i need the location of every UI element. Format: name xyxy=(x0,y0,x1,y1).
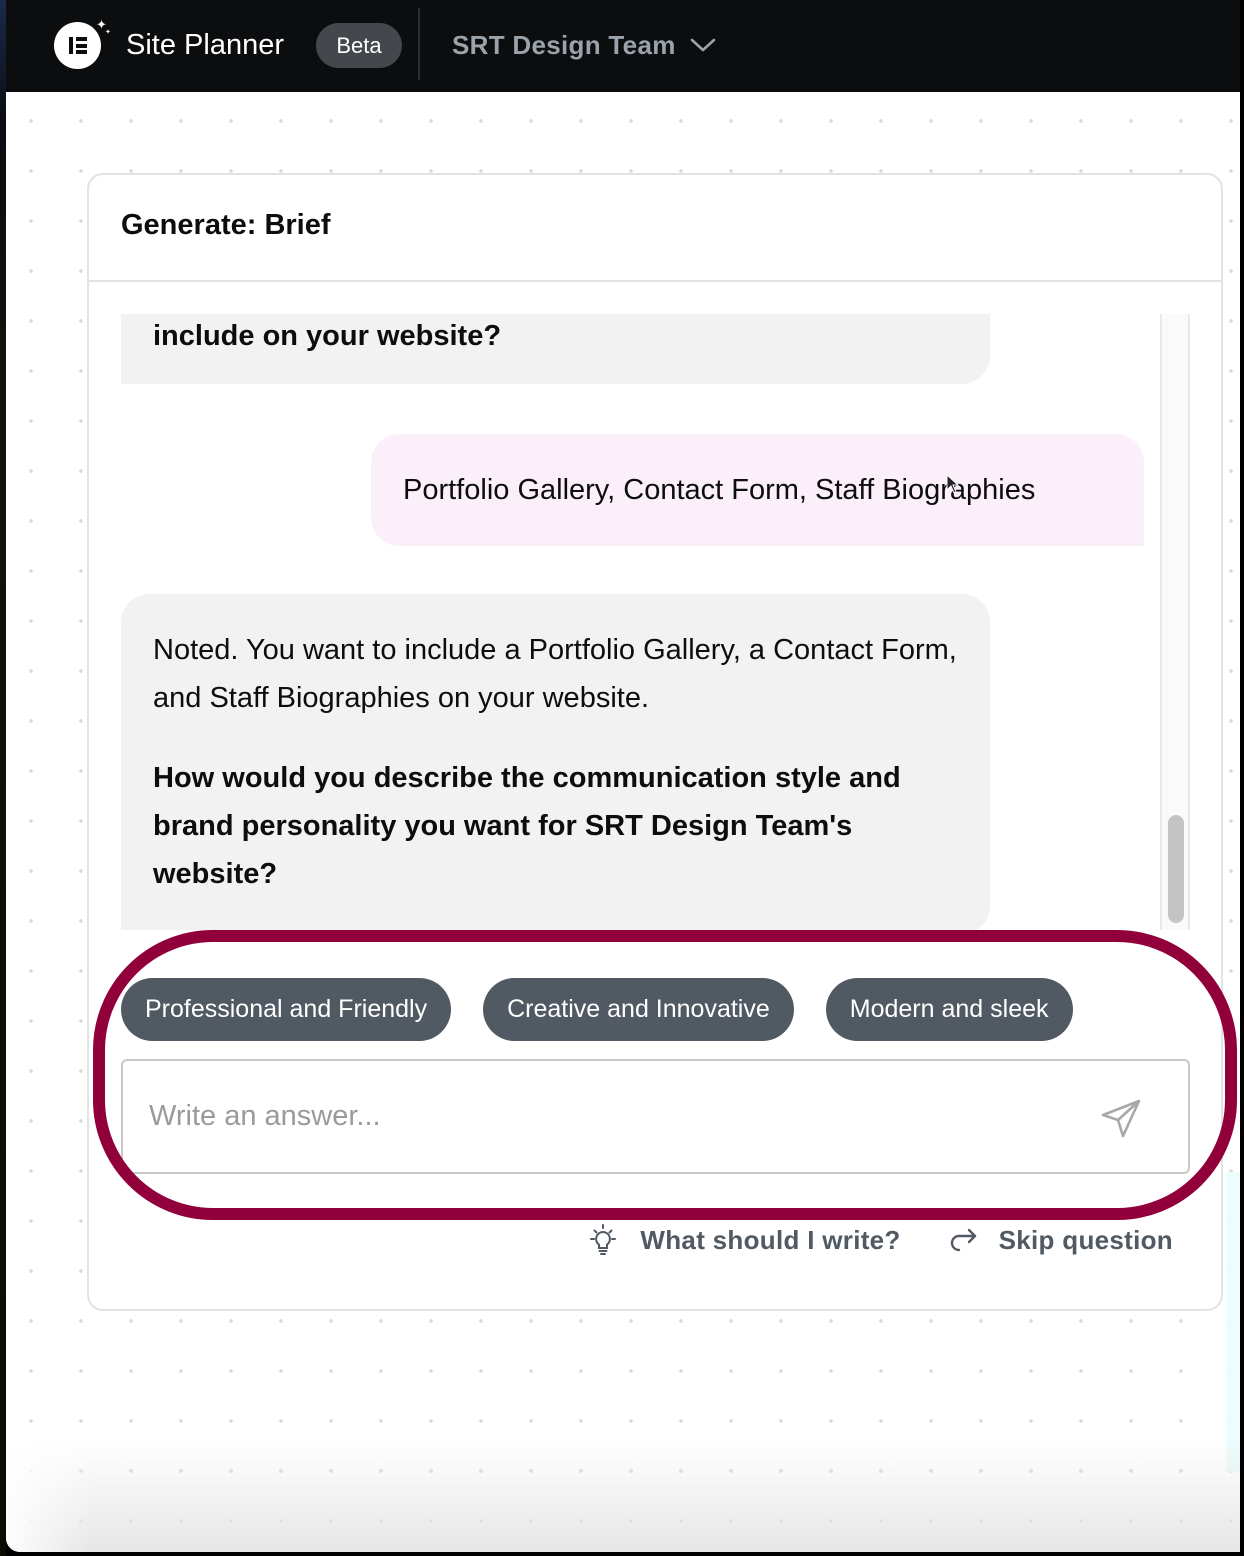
suggestion-chip[interactable]: Professional and Friendly xyxy=(121,978,452,1041)
question-text: How would you describe the communication… xyxy=(153,762,901,890)
answer-input[interactable] xyxy=(149,1061,1069,1172)
user-message: Portfolio Gallery, Contact Form, Staff B… xyxy=(371,434,1144,546)
suggestion-chip[interactable]: Creative and Innovative xyxy=(483,978,794,1041)
message-text: include on your website? xyxy=(153,320,502,352)
answer-box xyxy=(121,1059,1190,1174)
bottom-shadow xyxy=(6,1442,1240,1552)
panel-title: Generate: Brief xyxy=(121,209,331,241)
scrollbar-thumb[interactable] xyxy=(1168,815,1184,923)
app-window: ✦ ✦ Site Planner Beta SRT Design Team Ge… xyxy=(0,0,1244,1556)
chevron-down-icon xyxy=(690,38,715,52)
brief-panel: Generate: Brief include on your website?… xyxy=(87,173,1223,1311)
chat-history[interactable]: include on your website? Portfolio Galle… xyxy=(89,314,1189,930)
suggestion-chips: Professional and Friendly Creative and I… xyxy=(121,978,1073,1041)
what-should-i-write-label: What should I write? xyxy=(640,1224,901,1255)
dotted-canvas: Generate: Brief include on your website?… xyxy=(6,92,1240,1552)
answer-actions: What should I write? Skip question xyxy=(586,1223,1173,1257)
assistant-message: Noted. You want to include a Portfolio G… xyxy=(121,594,990,930)
skip-question-button[interactable]: Skip question xyxy=(947,1225,1173,1256)
team-selector[interactable]: SRT Design Team xyxy=(452,26,716,64)
header-divider xyxy=(418,8,420,80)
team-name: SRT Design Team xyxy=(452,30,676,60)
assistant-message: include on your website? xyxy=(121,314,990,384)
suggestion-chip[interactable]: Modern and sleek xyxy=(825,978,1073,1041)
panel-header: Generate: Brief xyxy=(89,175,1221,282)
message-text: Portfolio Gallery, Contact Form, Staff B… xyxy=(403,474,1036,506)
sparkle-small-icon: ✦ xyxy=(105,29,111,36)
beta-badge: Beta xyxy=(316,23,402,68)
elementor-logo-icon xyxy=(54,22,101,69)
send-icon[interactable] xyxy=(1099,1096,1143,1140)
app-title: Site Planner xyxy=(126,29,284,61)
bottom-left-shade xyxy=(6,1432,96,1552)
edge-tint xyxy=(1226,1172,1240,1472)
skip-question-label: Skip question xyxy=(998,1224,1173,1255)
what-should-i-write-button[interactable]: What should I write? xyxy=(586,1223,900,1257)
lightbulb-icon xyxy=(590,1224,617,1255)
redo-arrow-icon xyxy=(950,1228,976,1252)
chat-scrollbar[interactable] xyxy=(1160,314,1190,930)
message-text: Noted. You want to include a Portfolio G… xyxy=(153,634,957,714)
